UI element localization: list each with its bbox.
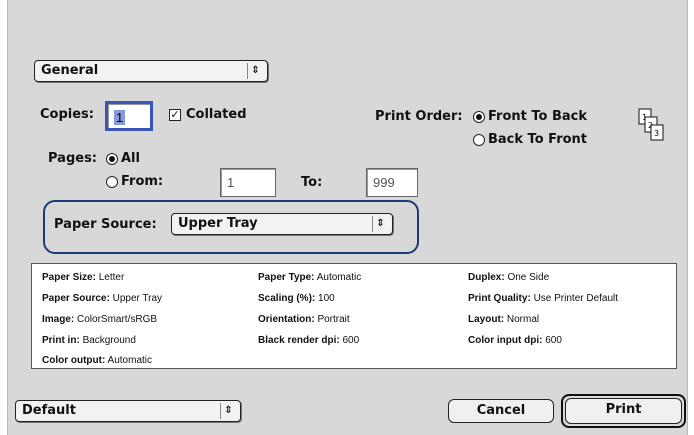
summary-orientation: Orientation: Portrait [258,314,350,325]
summary-print-quality: Print Quality: Use Printer Default [468,293,619,304]
summary-layout: Layout: Normal [468,314,540,325]
presets-menu[interactable]: Default ⇕ [15,400,241,422]
copies-input[interactable]: 1 [105,101,153,131]
radio-pages-all[interactable] [106,153,118,165]
collated-label[interactable]: Collated [186,107,247,123]
radio-pages-from[interactable] [106,176,118,188]
popup-arrows-icon: ⇕ [372,216,388,232]
copies-value: 1 [114,110,126,125]
summary-color-input-dpi: Color input dpi: 600 [468,335,562,346]
summary-paper-size: Paper Size: Letter [42,272,125,283]
copies-label: Copies: [40,107,94,122]
pages-to-label: To: [301,175,323,190]
summary-paper-source: Paper Source: Upper Tray [42,293,163,304]
pages-all-label[interactable]: All [121,151,140,167]
pages-label: Pages: [48,151,98,166]
summary-image: Image: ColorSmart/sRGB [42,314,158,325]
popup-arrows-icon: ⇕ [247,63,263,79]
print-order-label: Print Order: [375,109,463,124]
radio-front-to-back[interactable] [473,111,485,123]
collated-checkbox[interactable]: ✓ [169,109,181,121]
summary-duplex: Duplex: One Side [468,272,550,283]
cancel-button[interactable]: Cancel [448,399,554,423]
summary-color-output: Color output: Automatic [42,355,153,366]
paper-source-value: Upper Tray [178,216,258,231]
pages-from-value: 1 [227,175,235,190]
paper-source-label: Paper Source: [54,217,157,232]
popup-arrows-icon: ⇕ [220,403,236,419]
pages-from-label[interactable]: From: [121,174,163,190]
panel-menu-value: General [41,63,99,78]
panel-menu[interactable]: General ⇕ [34,60,268,82]
settings-summary: Paper Size: Letter Paper Type: Automatic… [31,263,677,369]
page-order-icon: 1 2 3 [638,108,664,141]
pages-to-value: 999 [373,175,395,190]
back-to-front-label[interactable]: Back To Front [488,132,587,148]
print-dialog: General ⇕ Copies: 1 ✓ Collated Print Ord… [7,0,688,435]
summary-black-render-dpi: Black render dpi: 600 [258,335,360,346]
print-button[interactable]: Print [565,398,682,424]
radio-back-to-front[interactable] [473,134,485,146]
summary-paper-type: Paper Type: Automatic [258,272,362,283]
pages-from-input[interactable]: 1 [220,168,276,197]
front-to-back-label[interactable]: Front To Back [488,109,587,125]
summary-scaling: Scaling (%): 100 [258,293,335,304]
summary-print-in: Print in: Background [42,335,136,346]
pages-to-input[interactable]: 999 [366,168,418,197]
paper-source-menu[interactable]: Upper Tray ⇕ [171,213,393,235]
presets-value: Default [22,403,76,418]
svg-text:3: 3 [654,129,659,138]
